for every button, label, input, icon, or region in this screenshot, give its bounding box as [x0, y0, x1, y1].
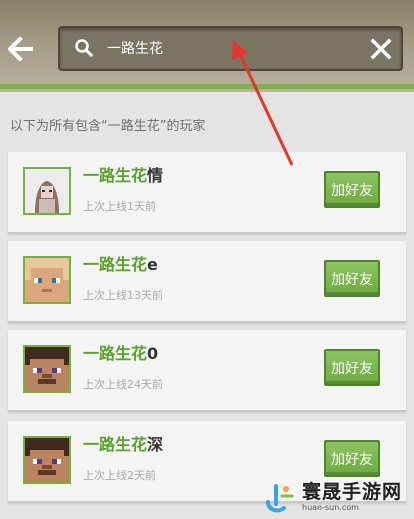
search-icon [75, 39, 94, 58]
player-card: 一路生花0 上次上线24天前 加好友 [8, 330, 406, 412]
top-bar: 一路生花 [0, 0, 414, 92]
add-friend-button[interactable]: 加好友 [324, 260, 380, 297]
close-icon[interactable] [369, 37, 393, 61]
arrow-left-icon [8, 37, 33, 61]
results-caption: 以下为所有包含“一路生花”的玩家 [10, 119, 206, 134]
site-logo-icon [266, 484, 294, 513]
back-button[interactable] [6, 32, 36, 66]
last-online-text: 上次上线13天前 [83, 289, 163, 302]
last-online-text: 上次上线1天前 [83, 200, 156, 213]
header-accent-line [0, 84, 414, 89]
add-friend-button[interactable]: 加好友 [324, 349, 380, 386]
last-online-text: 上次上线24天前 [83, 378, 163, 391]
player-card: 一路生花e 上次上线13天前 加好友 [8, 241, 406, 323]
add-friend-button[interactable]: 加好友 [324, 440, 380, 477]
player-name: 一路生花0 [83, 344, 159, 363]
player-card: 一路生花情 上次上线1天前 加好友 [8, 152, 406, 234]
player-name: 一路生花情 [83, 166, 164, 185]
player-name: 一路生花e [83, 255, 158, 274]
avatar [23, 256, 71, 304]
avatar [23, 167, 71, 215]
watermark-url: huan-sun.com [302, 503, 359, 512]
avatar [23, 436, 71, 484]
player-name: 一路生花深 [83, 435, 164, 454]
search-input[interactable]: 一路生花 [107, 39, 163, 59]
watermark-title: 寰晟手游网 [302, 481, 403, 503]
search-field[interactable]: 一路生花 [58, 26, 403, 71]
avatar [23, 345, 71, 393]
add-friend-button[interactable]: 加好友 [324, 171, 380, 208]
last-online-text: 上次上线2天前 [83, 469, 156, 482]
watermark: 寰晟手游网 huan-sun.com [262, 476, 412, 518]
